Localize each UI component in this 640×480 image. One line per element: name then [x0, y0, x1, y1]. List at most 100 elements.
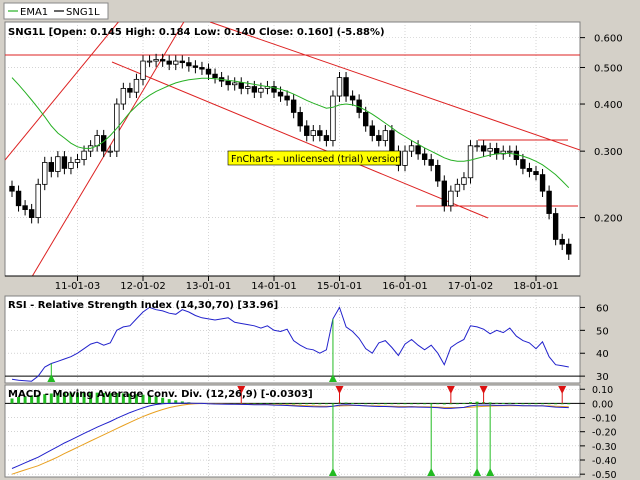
candle-body — [48, 162, 54, 172]
candle-body — [199, 67, 205, 70]
candle-body — [362, 112, 369, 127]
candle-body — [140, 60, 146, 80]
price-y-tick-label: 0.600 — [594, 34, 623, 45]
macd-y-tick-label: 0.00 — [592, 399, 613, 410]
macd-histogram-bar — [554, 403, 558, 405]
macd-histogram-bar — [541, 403, 545, 405]
macd-histogram-bar — [410, 403, 414, 405]
macd-y-tick-label: -0.10 — [592, 414, 617, 425]
macd-histogram-bar — [455, 403, 459, 405]
macd-histogram-bar — [364, 403, 368, 405]
candle-body — [42, 162, 48, 185]
candle-body — [349, 95, 356, 101]
candle-body — [28, 209, 35, 218]
macd-histogram-bar — [416, 403, 420, 405]
macd-histogram-bar — [436, 403, 440, 405]
watermark: FnCharts - unlicensed (trial) version — [227, 150, 401, 166]
price-x-tick-label: 17-01-02 — [448, 281, 493, 292]
candle-body — [192, 65, 199, 68]
candle-body — [336, 77, 343, 97]
candle-body — [304, 125, 310, 136]
candle-body — [179, 60, 185, 64]
candle-body — [526, 168, 533, 172]
candle-body — [330, 95, 336, 141]
candle-body — [212, 73, 218, 79]
stock-chart: EMA1 SNG1L SNG1L [Open: 0.145 High: 0.18… — [0, 0, 640, 480]
candle-body — [474, 145, 480, 148]
candle-body — [487, 148, 493, 152]
price-x-tick-label: 16-01-01 — [382, 281, 427, 292]
candle-body — [376, 135, 382, 141]
macd-histogram-bar — [396, 403, 400, 405]
candle-body — [127, 88, 133, 93]
candle-body — [533, 171, 539, 175]
candle-body — [61, 156, 68, 169]
legend[interactable]: EMA1 SNG1L — [3, 2, 109, 20]
candle-body — [461, 177, 467, 185]
macd-histogram-bar — [370, 403, 374, 405]
macd-histogram-bar — [377, 403, 381, 405]
price-x-tick-label: 11-01-03 — [55, 281, 100, 292]
macd-histogram-bar — [508, 402, 512, 404]
candle-body — [408, 145, 415, 152]
candle-body — [566, 243, 572, 255]
candle-body — [225, 80, 231, 86]
legend-ema-label: EMA1 — [20, 7, 48, 18]
rsi-y-tick-label: 40 — [596, 349, 609, 360]
macd-histogram-bar — [357, 403, 361, 405]
candle-body — [166, 60, 172, 65]
macd-y-tick-label: -0.20 — [592, 428, 617, 439]
macd-histogram-bar — [390, 403, 394, 405]
macd-histogram-bar — [521, 403, 525, 405]
macd-histogram-bar — [449, 403, 453, 405]
macd-histogram-bar — [462, 403, 466, 405]
candle-body — [415, 145, 421, 155]
candle-body — [173, 60, 179, 65]
candle-body — [205, 68, 212, 75]
macd-panel[interactable]: MACD - Moving Average Conv. Div. (12,26,… — [4, 384, 617, 480]
macd-histogram-bar — [344, 402, 348, 404]
rsi-y-tick-label: 60 — [596, 303, 609, 314]
candle-body — [101, 135, 107, 152]
candle-body — [81, 150, 87, 160]
candle-body — [277, 91, 284, 97]
price-panel[interactable]: SNG1L [Open: 0.145 High: 0.184 Low: 0.14… — [4, 20, 623, 292]
candle-body — [402, 150, 408, 166]
macd-histogram-bar — [567, 403, 571, 405]
macd-title: MACD - Moving Average Conv. Div. (12,26,… — [8, 389, 313, 400]
macd-histogram-bar — [423, 403, 427, 405]
macd-histogram-bar — [403, 403, 407, 405]
macd-histogram-bar — [495, 402, 499, 404]
rsi-panel[interactable]: RSI - Relative Strength Index (14,30,70)… — [4, 295, 609, 384]
macd-histogram-bar — [442, 403, 446, 405]
candle-body — [520, 159, 526, 169]
candle-body — [15, 190, 22, 207]
macd-histogram-bar — [318, 403, 322, 405]
macd-y-tick-label: -0.40 — [592, 456, 617, 467]
candle-body — [290, 99, 297, 113]
candle-body — [231, 82, 238, 86]
legend-price-label: SNG1L — [66, 7, 100, 18]
macd-histogram-bar — [514, 403, 518, 404]
candle-body — [245, 86, 251, 89]
rsi-title: RSI - Relative Strength Index (14,30,70)… — [8, 300, 278, 311]
candle-body — [186, 62, 192, 67]
candle — [552, 207, 559, 246]
candle-body — [9, 185, 15, 192]
macd-histogram-bar — [527, 403, 531, 405]
macd-histogram-bar — [351, 402, 355, 404]
macd-histogram-bar — [292, 403, 296, 405]
macd-histogram-bar — [488, 402, 492, 404]
candle-body — [251, 86, 258, 93]
macd-y-tick-label: -0.50 — [592, 470, 617, 480]
macd-histogram-bar — [560, 403, 564, 405]
macd-histogram-bar — [285, 403, 289, 405]
macd-histogram-bar — [383, 403, 387, 405]
macd-y-tick-label: -0.30 — [592, 442, 617, 453]
candle-body — [441, 180, 447, 207]
price-x-tick-label: 18-01-01 — [513, 281, 558, 292]
candle-body — [343, 77, 349, 97]
candle-body — [559, 239, 565, 245]
candle-body — [507, 150, 513, 153]
candle-body — [238, 82, 244, 89]
